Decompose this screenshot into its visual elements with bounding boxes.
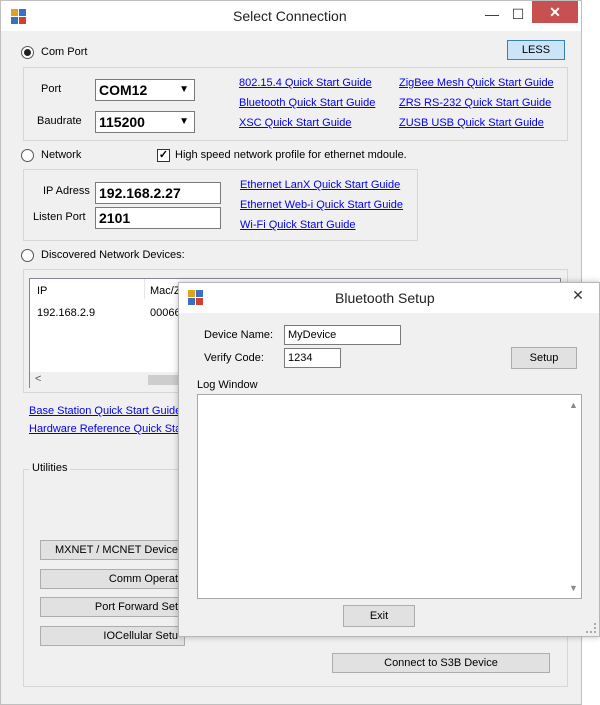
listen-port-label: Listen Port — [33, 211, 86, 223]
port-label: Port — [41, 83, 62, 95]
listen-port-input[interactable]: 2101 — [95, 207, 221, 229]
port-forward-setup-button[interactable]: Port Forward Set — [40, 597, 185, 617]
network-radio[interactable] — [21, 149, 34, 162]
verify-code-label: Verify Code: — [204, 352, 264, 364]
log-vertical-scrollbar[interactable]: ▲ ▼ — [565, 395, 581, 598]
ip-address-label: IP Adress — [43, 185, 90, 197]
log-window-label: Log Window — [197, 379, 258, 391]
guide-lanx-link[interactable]: Ethernet LanX Quick Start Guide — [240, 179, 400, 191]
resize-grip-icon[interactable] — [586, 623, 596, 633]
guide-webi-link[interactable]: Ethernet Web-i Quick Start Guide — [240, 199, 403, 211]
high-speed-label: High speed network profile for ethernet … — [175, 149, 407, 161]
device-name-input[interactable]: MyDevice — [284, 325, 401, 345]
guide-xsc-link[interactable]: XSC Quick Start Guide — [239, 117, 352, 129]
horizontal-scrollbar[interactable]: < — [30, 372, 180, 388]
baudrate-label: Baudrate — [37, 115, 82, 127]
column-header-mac[interactable]: Mac/Z — [150, 285, 181, 297]
log-window-textarea[interactable]: ▲ ▼ — [197, 394, 582, 599]
guide-bluetooth-link[interactable]: Bluetooth Quick Start Guide — [239, 97, 375, 109]
guide-wifi-link[interactable]: Wi-Fi Quick Start Guide — [240, 219, 356, 231]
scroll-up-icon[interactable]: ▲ — [569, 400, 578, 410]
column-divider — [144, 279, 145, 299]
chevron-down-icon: ▼ — [179, 84, 189, 95]
com-port-label: Com Port — [41, 46, 88, 58]
connect-s3b-device-button[interactable]: Connect to S3B Device — [332, 653, 550, 673]
scrollbar-thumb[interactable] — [148, 375, 180, 385]
guide-zusb-link[interactable]: ZUSB USB Quick Start Guide — [399, 117, 544, 129]
guide-base-station-link[interactable]: Base Station Quick Start Guide — [29, 405, 181, 417]
less-button[interactable]: LESS — [507, 40, 565, 60]
verify-code-input[interactable]: 1234 — [284, 348, 341, 368]
bluetooth-setup-dialog: Bluetooth Setup ✕ Device Name: MyDevice … — [178, 282, 600, 637]
guide-802154-link[interactable]: 802.15.4 Quick Start Guide — [239, 77, 372, 89]
discovered-devices-label: Discovered Network Devices: — [41, 249, 185, 261]
guide-zigbee-link[interactable]: ZigBee Mesh Quick Start Guide — [399, 77, 554, 89]
dialog-close-button[interactable]: ✕ — [563, 283, 593, 307]
comm-operator-button[interactable]: Comm Operat — [40, 569, 185, 589]
port-value: COM12 — [99, 82, 148, 98]
ip-address-input[interactable]: 192.168.2.27 — [95, 182, 221, 204]
scroll-left-icon[interactable]: < — [35, 373, 41, 385]
maximize-button[interactable]: ☐ — [505, 1, 531, 27]
iocellular-setup-button[interactable]: IOCellular Setu — [40, 626, 185, 646]
high-speed-checkbox[interactable]: ✓ — [157, 149, 170, 162]
network-label: Network — [41, 149, 82, 161]
main-titlebar: Select Connection — ☐ ✕ — [1, 1, 581, 31]
dialog-titlebar: Bluetooth Setup ✕ — [179, 283, 599, 313]
baudrate-combobox[interactable]: 115200 ▼ — [95, 111, 195, 133]
mxnet-mcnet-device-button[interactable]: MXNET / MCNET Device — [40, 540, 185, 560]
utilities-label: Utilities — [29, 462, 71, 474]
row-mac-cell[interactable]: 00066 — [150, 307, 181, 319]
close-button[interactable]: ✕ — [532, 1, 578, 23]
scroll-down-icon[interactable]: ▼ — [569, 583, 578, 593]
dialog-title: Bluetooth Setup — [335, 290, 435, 306]
guide-zrs-link[interactable]: ZRS RS-232 Quick Start Guide — [399, 97, 551, 109]
discovered-devices-radio[interactable] — [21, 249, 34, 262]
guide-hardware-reference-link[interactable]: Hardware Reference Quick Star — [29, 423, 185, 435]
setup-button[interactable]: Setup — [511, 347, 577, 369]
device-name-label: Device Name: — [204, 329, 274, 341]
com-port-radio[interactable] — [21, 46, 34, 59]
dialog-app-icon — [188, 290, 204, 306]
window-title: Select Connection — [233, 8, 347, 24]
app-icon — [11, 9, 27, 25]
exit-button[interactable]: Exit — [343, 605, 415, 627]
port-combobox[interactable]: COM12 ▼ — [95, 79, 195, 101]
chevron-down-icon: ▼ — [179, 116, 189, 127]
minimize-button[interactable]: — — [475, 1, 509, 27]
baudrate-value: 115200 — [99, 114, 145, 130]
column-header-ip[interactable]: IP — [37, 285, 47, 297]
row-ip-cell[interactable]: 192.168.2.9 — [37, 307, 95, 319]
